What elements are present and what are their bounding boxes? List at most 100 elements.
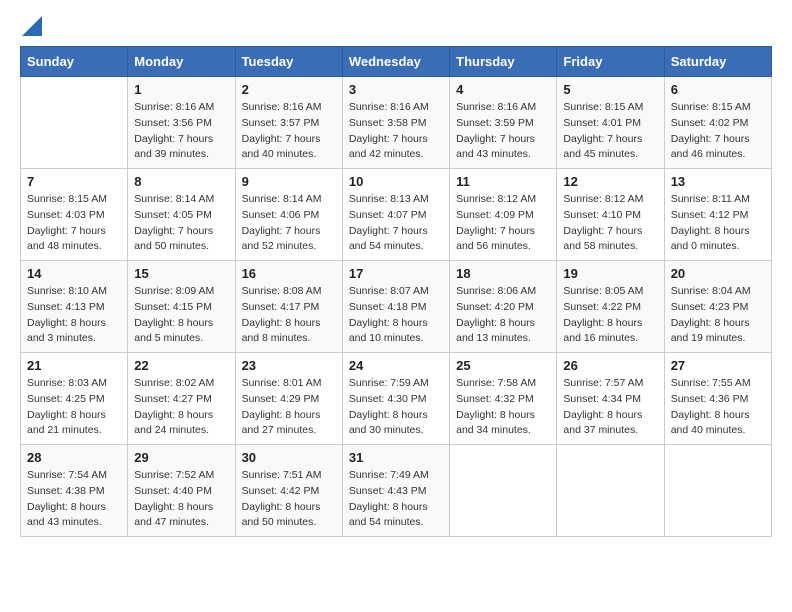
calendar-cell: 20 Sunrise: 8:04 AM Sunset: 4:23 PM Dayli… [664,261,771,353]
calendar-cell: 22 Sunrise: 8:02 AM Sunset: 4:27 PM Dayli… [128,353,235,445]
calendar-cell [557,445,664,537]
calendar-cell: 23 Sunrise: 8:01 AM Sunset: 4:29 PM Dayli… [235,353,342,445]
day-number: 27 [671,358,765,373]
column-header-tuesday: Tuesday [235,47,342,77]
calendar-cell: 31 Sunrise: 7:49 AM Sunset: 4:43 PM Dayli… [342,445,449,537]
calendar-cell: 5 Sunrise: 8:15 AM Sunset: 4:01 PM Daylig… [557,77,664,169]
calendar-cell: 28 Sunrise: 7:54 AM Sunset: 4:38 PM Dayli… [21,445,128,537]
day-number: 13 [671,174,765,189]
day-info: Sunrise: 8:15 AM Sunset: 4:01 PM Dayligh… [563,100,657,163]
calendar-week-row: 21 Sunrise: 8:03 AM Sunset: 4:25 PM Dayli… [21,353,772,445]
day-number: 2 [242,82,336,97]
calendar-cell: 26Sunrise: 7:57 AM Sunset: 4:34 PM Dayli… [557,353,664,445]
calendar-week-row: 28 Sunrise: 7:54 AM Sunset: 4:38 PM Dayli… [21,445,772,537]
day-number: 21 [27,358,121,373]
calendar-cell: 11 Sunrise: 8:12 AM Sunset: 4:09 PM Dayli… [450,169,557,261]
calendar-week-row: 7 Sunrise: 8:15 AM Sunset: 4:03 PM Daylig… [21,169,772,261]
day-info: Sunrise: 8:14 AM Sunset: 4:05 PM Dayligh… [134,192,228,255]
day-info: Sunrise: 8:16 AM Sunset: 3:57 PM Dayligh… [242,100,336,163]
day-info: Sunrise: 8:04 AM Sunset: 4:23 PM Dayligh… [671,284,765,347]
calendar-cell: 12 Sunrise: 8:12 AM Sunset: 4:10 PM Dayli… [557,169,664,261]
calendar-cell: 2 Sunrise: 8:16 AM Sunset: 3:57 PM Daylig… [235,77,342,169]
day-info: Sunrise: 7:57 AM Sunset: 4:34 PM Dayligh… [563,376,657,439]
calendar-cell: 4 Sunrise: 8:16 AM Sunset: 3:59 PM Daylig… [450,77,557,169]
calendar-cell [664,445,771,537]
calendar-cell: 21 Sunrise: 8:03 AM Sunset: 4:25 PM Dayli… [21,353,128,445]
calendar-cell: 17 Sunrise: 8:07 AM Sunset: 4:18 PM Dayli… [342,261,449,353]
day-number: 7 [27,174,121,189]
day-number: 18 [456,266,550,281]
calendar-cell: 16 Sunrise: 8:08 AM Sunset: 4:17 PM Dayli… [235,261,342,353]
day-number: 12 [563,174,657,189]
day-number: 17 [349,266,443,281]
day-number: 20 [671,266,765,281]
day-info: Sunrise: 8:16 AM Sunset: 3:59 PM Dayligh… [456,100,550,163]
day-info: Sunrise: 7:59 AM Sunset: 4:30 PM Dayligh… [349,376,443,439]
logo [20,20,42,36]
logo-triangle-icon [22,16,42,36]
day-number: 25 [456,358,550,373]
calendar-cell: 6 Sunrise: 8:15 AM Sunset: 4:02 PM Daylig… [664,77,771,169]
calendar-cell: 14 Sunrise: 8:10 AM Sunset: 4:13 PM Dayli… [21,261,128,353]
calendar-week-row: 1Sunrise: 8:16 AM Sunset: 3:56 PM Daylig… [21,77,772,169]
calendar-cell [450,445,557,537]
calendar-cell: 1Sunrise: 8:16 AM Sunset: 3:56 PM Daylig… [128,77,235,169]
calendar-week-row: 14 Sunrise: 8:10 AM Sunset: 4:13 PM Dayli… [21,261,772,353]
day-number: 14 [27,266,121,281]
day-info: Sunrise: 8:12 AM Sunset: 4:10 PM Dayligh… [563,192,657,255]
day-info: Sunrise: 7:55 AM Sunset: 4:36 PM Dayligh… [671,376,765,439]
day-number: 31 [349,450,443,465]
day-number: 15 [134,266,228,281]
day-number: 4 [456,82,550,97]
day-info: Sunrise: 8:15 AM Sunset: 4:03 PM Dayligh… [27,192,121,255]
calendar-cell: 27 Sunrise: 7:55 AM Sunset: 4:36 PM Dayli… [664,353,771,445]
calendar-cell: 25Sunrise: 7:58 AM Sunset: 4:32 PM Dayli… [450,353,557,445]
calendar-cell: 15 Sunrise: 8:09 AM Sunset: 4:15 PM Dayli… [128,261,235,353]
calendar-cell: 10 Sunrise: 8:13 AM Sunset: 4:07 PM Dayli… [342,169,449,261]
day-info: Sunrise: 8:03 AM Sunset: 4:25 PM Dayligh… [27,376,121,439]
day-info: Sunrise: 7:52 AM Sunset: 4:40 PM Dayligh… [134,468,228,531]
day-info: Sunrise: 8:02 AM Sunset: 4:27 PM Dayligh… [134,376,228,439]
day-number: 29 [134,450,228,465]
day-info: Sunrise: 8:15 AM Sunset: 4:02 PM Dayligh… [671,100,765,163]
day-number: 3 [349,82,443,97]
calendar-cell: 8Sunrise: 8:14 AM Sunset: 4:05 PM Daylig… [128,169,235,261]
day-info: Sunrise: 8:14 AM Sunset: 4:06 PM Dayligh… [242,192,336,255]
day-info: Sunrise: 8:06 AM Sunset: 4:20 PM Dayligh… [456,284,550,347]
column-header-thursday: Thursday [450,47,557,77]
day-number: 10 [349,174,443,189]
day-number: 19 [563,266,657,281]
day-number: 5 [563,82,657,97]
day-number: 6 [671,82,765,97]
calendar-cell: 18 Sunrise: 8:06 AM Sunset: 4:20 PM Dayli… [450,261,557,353]
day-info: Sunrise: 8:12 AM Sunset: 4:09 PM Dayligh… [456,192,550,255]
day-number: 16 [242,266,336,281]
day-number: 23 [242,358,336,373]
calendar-cell: 30Sunrise: 7:51 AM Sunset: 4:42 PM Dayli… [235,445,342,537]
day-number: 22 [134,358,228,373]
column-header-sunday: Sunday [21,47,128,77]
calendar-cell: 29 Sunrise: 7:52 AM Sunset: 4:40 PM Dayli… [128,445,235,537]
day-info: Sunrise: 8:13 AM Sunset: 4:07 PM Dayligh… [349,192,443,255]
day-info: Sunrise: 8:10 AM Sunset: 4:13 PM Dayligh… [27,284,121,347]
day-number: 28 [27,450,121,465]
calendar-cell: 7 Sunrise: 8:15 AM Sunset: 4:03 PM Daylig… [21,169,128,261]
day-info: Sunrise: 8:08 AM Sunset: 4:17 PM Dayligh… [242,284,336,347]
day-info: Sunrise: 7:49 AM Sunset: 4:43 PM Dayligh… [349,468,443,531]
day-info: Sunrise: 7:54 AM Sunset: 4:38 PM Dayligh… [27,468,121,531]
day-info: Sunrise: 8:09 AM Sunset: 4:15 PM Dayligh… [134,284,228,347]
day-info: Sunrise: 8:16 AM Sunset: 3:58 PM Dayligh… [349,100,443,163]
page-header [20,20,772,36]
day-info: Sunrise: 8:16 AM Sunset: 3:56 PM Dayligh… [134,100,228,163]
calendar-cell: 24Sunrise: 7:59 AM Sunset: 4:30 PM Dayli… [342,353,449,445]
day-info: Sunrise: 8:01 AM Sunset: 4:29 PM Dayligh… [242,376,336,439]
calendar-cell: 9 Sunrise: 8:14 AM Sunset: 4:06 PM Daylig… [235,169,342,261]
calendar-cell [21,77,128,169]
calendar-cell: 19 Sunrise: 8:05 AM Sunset: 4:22 PM Dayli… [557,261,664,353]
column-header-friday: Friday [557,47,664,77]
day-number: 11 [456,174,550,189]
day-number: 9 [242,174,336,189]
column-header-saturday: Saturday [664,47,771,77]
day-info: Sunrise: 8:05 AM Sunset: 4:22 PM Dayligh… [563,284,657,347]
day-info: Sunrise: 8:07 AM Sunset: 4:18 PM Dayligh… [349,284,443,347]
